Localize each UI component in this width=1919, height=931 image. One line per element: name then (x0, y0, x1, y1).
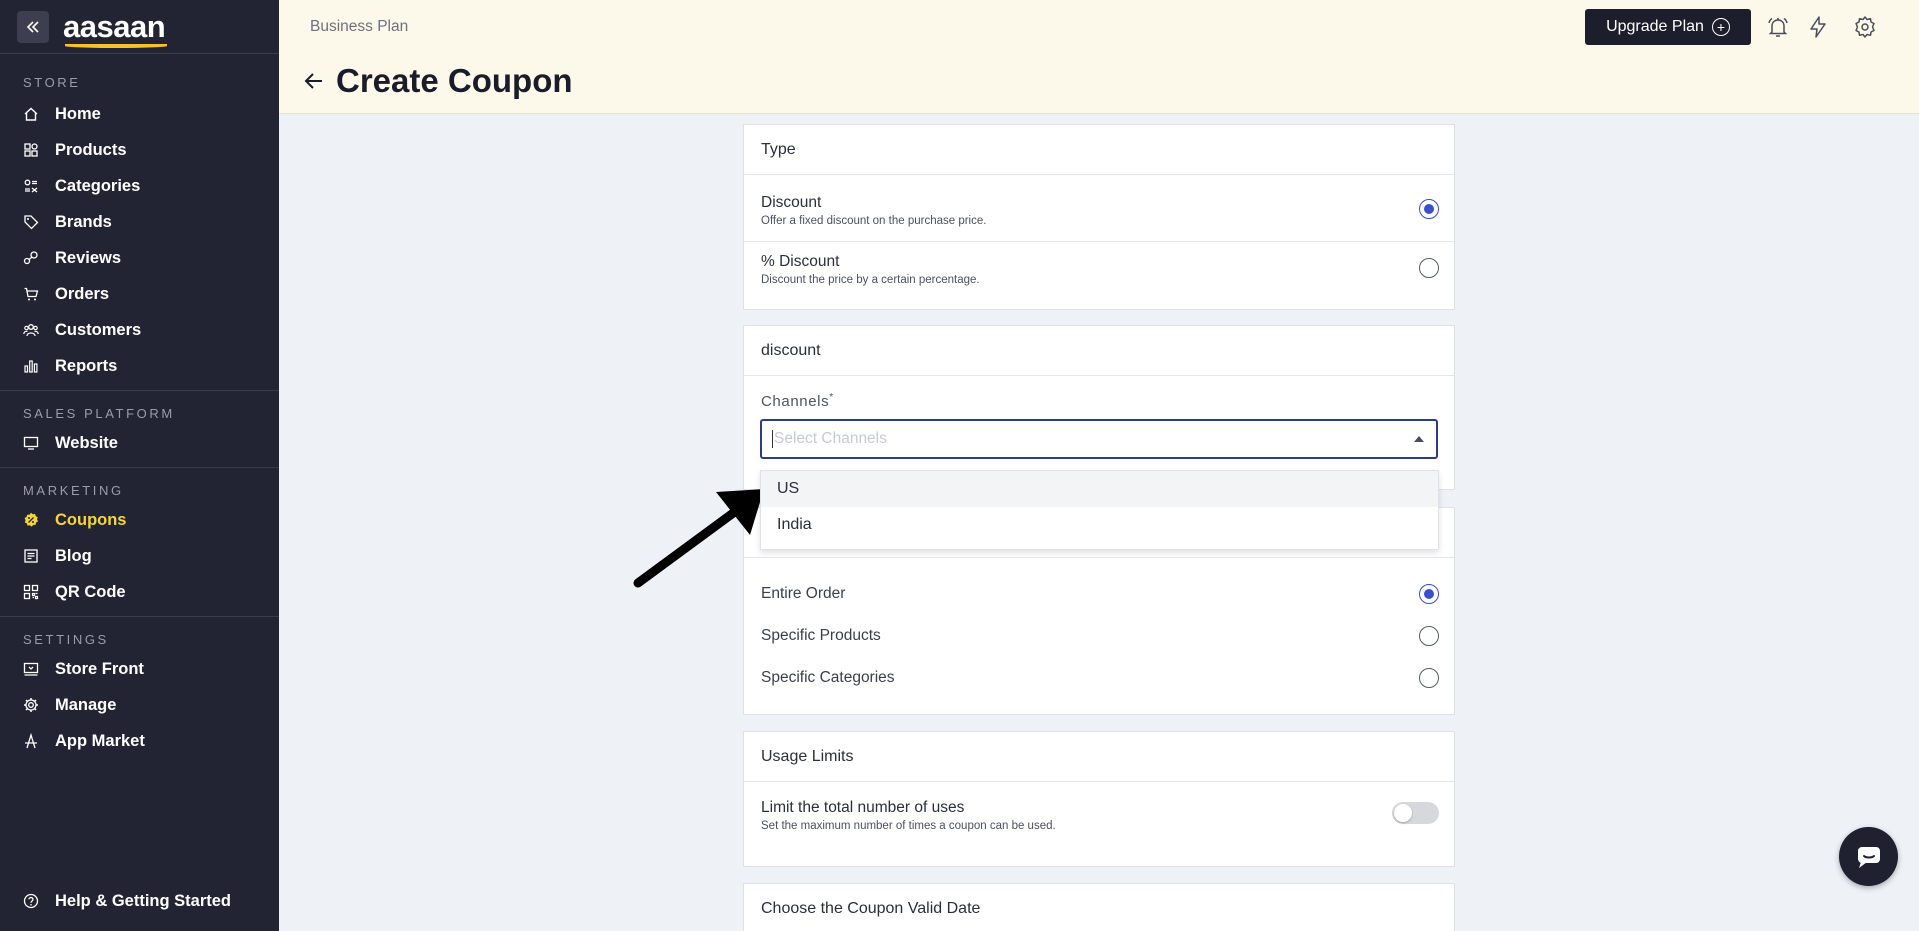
option-subtitle: Discount the price by a certain percenta… (761, 274, 980, 286)
settings-gear-icon[interactable] (1853, 15, 1877, 39)
reviews-icon (23, 250, 39, 266)
blog-icon (23, 548, 39, 564)
page-title: Create Coupon (336, 62, 573, 99)
double-chevron-left-icon (26, 20, 39, 33)
percent-discount-radio[interactable] (1419, 258, 1439, 278)
sidebar-item-products[interactable]: Products (0, 132, 279, 168)
breadcrumb[interactable]: Business Plan (310, 18, 408, 36)
valid-date-heading: Choose the Coupon Valid Date (744, 884, 1454, 931)
sidebar-item-brands[interactable]: Brands (0, 204, 279, 240)
option-title: % Discount (761, 253, 840, 270)
option-title: Discount (761, 194, 822, 211)
monitor-icon (23, 435, 39, 451)
storefront-icon (23, 661, 39, 677)
products-icon (23, 142, 39, 158)
home-icon (23, 106, 39, 122)
sidebar-item-reviews[interactable]: Reviews (0, 240, 279, 276)
chat-bubble-icon (1857, 846, 1880, 868)
discount-heading: discount (744, 326, 1454, 376)
option-specific-products[interactable]: Specific Products (761, 627, 881, 645)
specific-products-radio[interactable] (1419, 626, 1439, 646)
store-nav: Home Products Categories Brands Reviews … (0, 96, 279, 384)
collapse-sidebar-button[interactable] (17, 10, 49, 43)
option-subtitle: Offer a fixed discount on the purchase p… (761, 215, 987, 227)
discount-radio[interactable] (1419, 199, 1439, 219)
users-icon (23, 322, 39, 338)
section-store: STORE (23, 75, 81, 90)
option-entire-order[interactable]: Entire Order (761, 585, 845, 603)
sidebar-item-coupons[interactable]: Coupons (0, 502, 279, 538)
sidebar-item-manage[interactable]: Manage (0, 687, 279, 723)
caret-up-icon[interactable] (1414, 436, 1424, 442)
help-getting-started[interactable]: Help & Getting Started (0, 883, 231, 919)
sidebar-item-customers[interactable]: Customers (0, 312, 279, 348)
specific-categories-radio[interactable] (1419, 668, 1439, 688)
lightning-icon[interactable] (1806, 15, 1830, 39)
entire-order-radio[interactable] (1419, 584, 1439, 604)
channel-option-us[interactable]: US (761, 471, 1438, 507)
limit-title: Limit the total number of uses (761, 799, 965, 816)
top-bar: Business Plan Create Coupon Upgrade Plan… (279, 0, 1919, 114)
categories-icon (23, 178, 39, 194)
sidebar-item-reports[interactable]: Reports (0, 348, 279, 384)
sidebar-item-home[interactable]: Home (0, 96, 279, 132)
discount-card: discount Channels* Select Channels (743, 325, 1455, 490)
sidebar-item-store-front[interactable]: Store Front (0, 651, 279, 687)
sidebar-item-blog[interactable]: Blog (0, 538, 279, 574)
tag-icon (23, 214, 39, 230)
logo[interactable]: aasaan (63, 11, 168, 48)
type-option-discount[interactable]: Discount Offer a fixed discount on the p… (744, 175, 1454, 242)
title-row: Create Coupon (302, 62, 573, 100)
app-market-icon (23, 733, 39, 749)
text-cursor (772, 430, 773, 448)
sidebar-item-website[interactable]: Website (0, 425, 279, 461)
valid-date-card: Choose the Coupon Valid Date (743, 883, 1455, 931)
usage-limits-heading: Usage Limits (744, 732, 1454, 782)
qr-icon (23, 584, 39, 600)
section-marketing: MARKETING (23, 483, 124, 498)
channels-dropdown-menu: US India (760, 470, 1439, 550)
type-heading: Type (744, 125, 1454, 175)
plus-circle-icon: + (1711, 18, 1730, 36)
chat-button[interactable] (1839, 827, 1898, 886)
logo-swoosh (65, 44, 168, 48)
type-card: Type Discount Offer a fixed discount on … (743, 124, 1455, 310)
limit-uses-toggle[interactable] (1392, 802, 1439, 824)
sidebar-item-app-market[interactable]: App Market (0, 723, 279, 759)
sidebar-item-qr-code[interactable]: QR Code (0, 574, 279, 610)
limit-uses-row: Limit the total number of uses Set the m… (744, 782, 1454, 866)
help-icon (23, 893, 39, 909)
limit-subtitle: Set the maximum number of times a coupon… (761, 820, 1056, 832)
upgrade-plan-button[interactable]: Upgrade Plan + (1585, 9, 1751, 45)
option-specific-categories[interactable]: Specific Categories (761, 669, 895, 687)
upgrade-plan-label: Upgrade Plan (1606, 18, 1704, 35)
sidebar-item-orders[interactable]: Orders (0, 276, 279, 312)
channels-label: Channels* (761, 392, 834, 410)
coupon-icon (23, 512, 39, 528)
cart-icon (23, 286, 39, 302)
usage-limits-card: Usage Limits Limit the total number of u… (743, 731, 1455, 867)
sidebar-item-categories[interactable]: Categories (0, 168, 279, 204)
type-option-percent-discount[interactable]: % Discount Discount the price by a certa… (744, 242, 1454, 309)
gear-icon (23, 697, 39, 713)
back-arrow-icon[interactable] (302, 69, 326, 93)
channels-select[interactable]: Select Channels (760, 419, 1438, 459)
channel-option-india[interactable]: India (761, 507, 1438, 543)
section-settings: SETTINGS (23, 632, 109, 647)
sidebar-header: aasaan (0, 0, 279, 54)
channels-placeholder: Select Channels (774, 430, 887, 447)
bar-chart-icon (23, 358, 39, 374)
bell-icon[interactable] (1766, 15, 1790, 39)
sidebar: aasaan STORE Home Products Categories Br… (0, 0, 279, 931)
section-sales-platform: SALES PLATFORM (23, 406, 175, 421)
